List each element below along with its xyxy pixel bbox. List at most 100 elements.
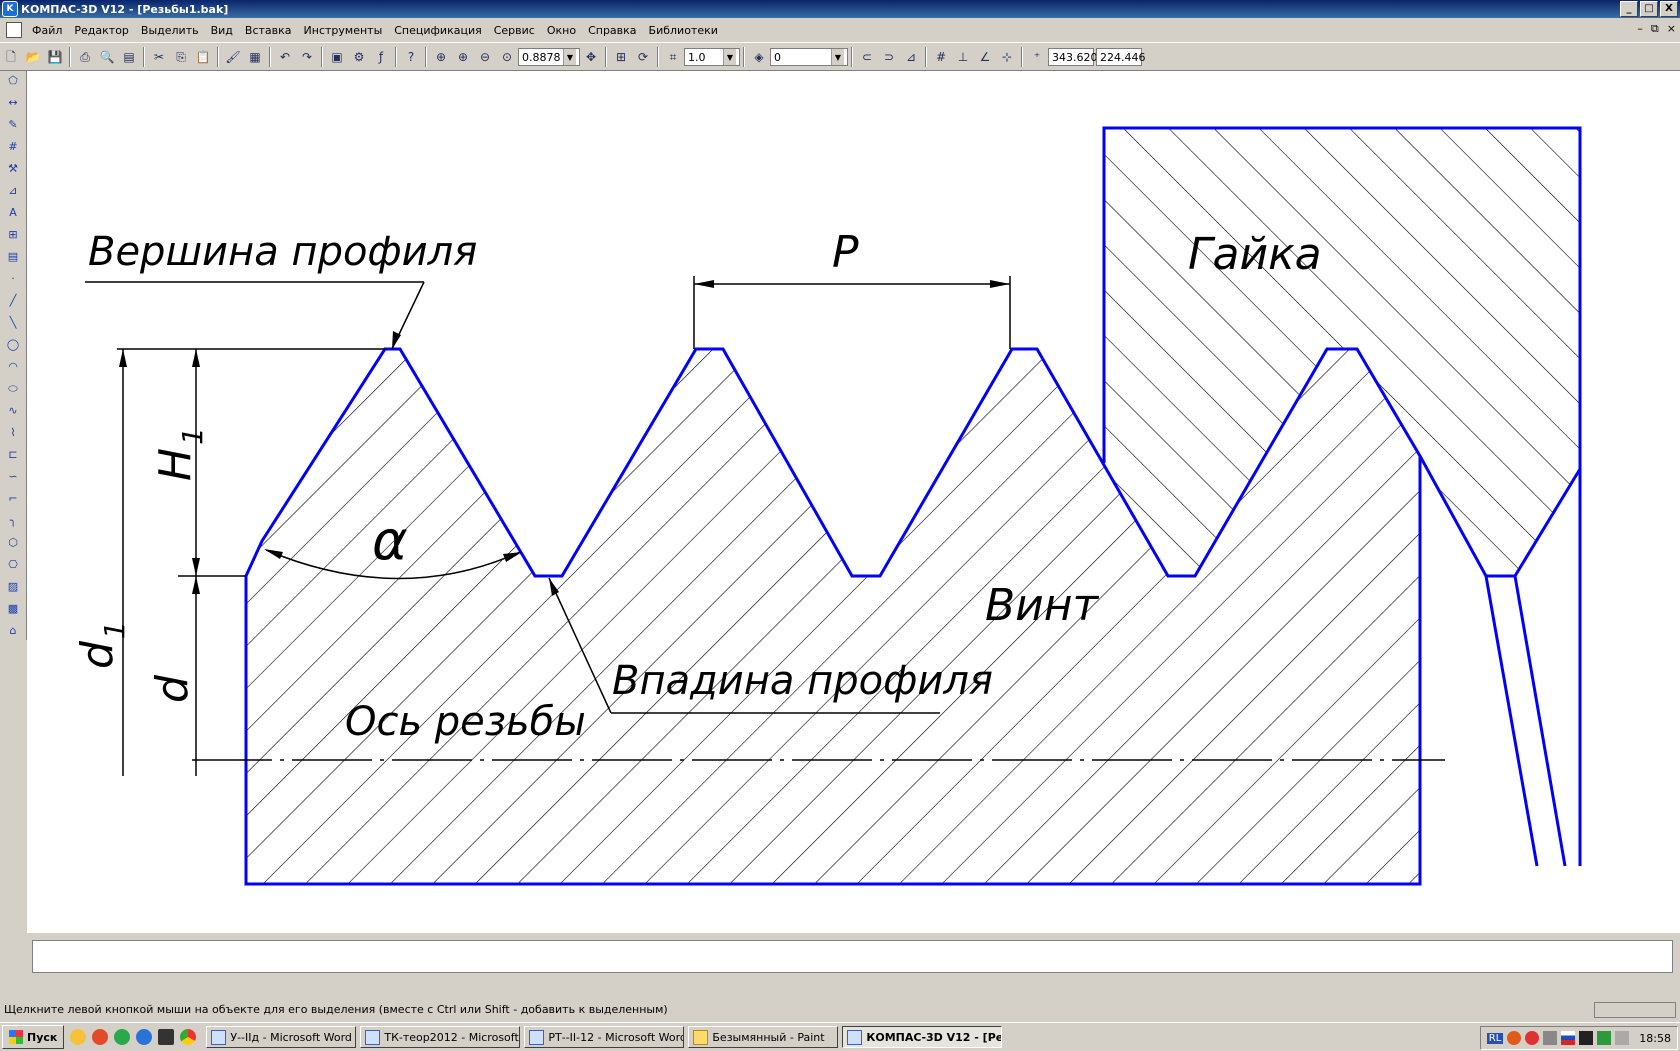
tray-nvidia-icon[interactable] bbox=[1597, 1031, 1612, 1045]
polyline-icon[interactable]: ⌇ bbox=[4, 425, 22, 441]
task-paint[interactable]: Безымянный - Paint bbox=[688, 1026, 839, 1048]
refresh-icon[interactable]: ⟳ bbox=[634, 48, 652, 66]
task-word-3[interactable]: РТ--II-12 - Microsoft Word bbox=[524, 1026, 685, 1048]
properties-brush-icon[interactable]: 🖌 bbox=[224, 48, 242, 66]
drawing-canvas[interactable]: Вершина профиля P Гайка Винт α Впадина п… bbox=[27, 70, 1680, 933]
chevron-down-icon[interactable]: ▼ bbox=[723, 48, 736, 65]
spline-icon[interactable]: ∿ bbox=[4, 403, 22, 419]
function-icon[interactable]: ƒ bbox=[372, 48, 390, 66]
copy-icon[interactable]: ⎘ bbox=[172, 48, 190, 66]
menu-insert[interactable]: Вставка bbox=[239, 24, 298, 37]
tray-monitor-icon[interactable] bbox=[1579, 1031, 1594, 1045]
circle-icon[interactable]: ◯ bbox=[4, 337, 22, 353]
print-preview-icon[interactable]: 🔍 bbox=[98, 48, 116, 66]
menu-view[interactable]: Вид bbox=[205, 24, 239, 37]
volume-icon[interactable] bbox=[1615, 1031, 1630, 1045]
quicklaunch-desktop-icon[interactable] bbox=[158, 1029, 175, 1045]
undo-icon[interactable]: ↶ bbox=[276, 48, 294, 66]
mdi-minimize-button[interactable]: – bbox=[1637, 22, 1643, 36]
help-pointer-icon[interactable]: ? bbox=[402, 48, 420, 66]
chevron-down-icon[interactable]: ▼ bbox=[563, 48, 576, 65]
symbols-icon[interactable]: ✎ bbox=[4, 117, 22, 133]
menu-specification[interactable]: Спецификация bbox=[388, 24, 487, 37]
quicklaunch-ie-icon[interactable] bbox=[136, 1029, 153, 1045]
mdi-close-button[interactable]: × bbox=[1667, 22, 1676, 36]
chevron-down-icon[interactable]: ▼ bbox=[831, 48, 844, 65]
round-icon[interactable]: ⊹ bbox=[998, 48, 1016, 66]
zoom-window-icon[interactable]: ⊕ bbox=[432, 48, 450, 66]
cut-icon[interactable]: ✂ bbox=[150, 48, 168, 66]
quicklaunch-app-icon[interactable] bbox=[70, 1029, 87, 1045]
bezier-icon[interactable]: ∽ bbox=[4, 469, 22, 485]
show-all-icon[interactable]: ⊞ bbox=[612, 48, 630, 66]
ellipse-icon[interactable]: ⬭ bbox=[4, 381, 22, 397]
point-icon[interactable]: · bbox=[4, 271, 22, 287]
fill-icon[interactable]: ▩ bbox=[4, 601, 22, 617]
measure-icon[interactable]: ⊿ bbox=[4, 183, 22, 199]
task-kompas[interactable]: КОМПАС-3D V12 - [Ре... bbox=[842, 1026, 1003, 1048]
edit-icon[interactable]: # bbox=[4, 139, 22, 155]
thread-drawing[interactable]: Вершина профиля P Гайка Винт α Впадина п… bbox=[27, 71, 1680, 933]
zoom-field[interactable]: 0.8878 ▼ bbox=[518, 47, 580, 66]
line-icon[interactable]: ╱ bbox=[4, 293, 22, 309]
menu-window[interactable]: Окно bbox=[541, 24, 582, 37]
hatch-icon[interactable]: ▨ bbox=[4, 579, 22, 595]
collect-icon[interactable]: ⌂ bbox=[4, 623, 22, 639]
equidistant-icon[interactable]: ⎔ bbox=[4, 557, 22, 573]
select-icon[interactable]: A bbox=[4, 205, 22, 221]
angle-icon[interactable]: ∠ bbox=[976, 48, 994, 66]
task-word-2[interactable]: ТК-теор2012 - Microsoft... bbox=[360, 1026, 521, 1048]
snap-magnet-icon[interactable]: ⊂ bbox=[858, 48, 876, 66]
layer-field[interactable]: 0 ▼ bbox=[770, 47, 848, 66]
tray-flag-icon[interactable] bbox=[1561, 1031, 1576, 1045]
quicklaunch-utorrent-icon[interactable] bbox=[114, 1029, 131, 1045]
menu-file[interactable]: Файл bbox=[26, 24, 68, 37]
properties-panel[interactable] bbox=[32, 940, 1673, 973]
layers-icon[interactable]: ▣ bbox=[328, 48, 346, 66]
coord-y-field[interactable]: 224.446 bbox=[1096, 47, 1146, 66]
start-button[interactable]: Пуск bbox=[2, 1025, 65, 1049]
parametrization-icon[interactable]: ⚒ bbox=[4, 161, 22, 177]
polygon-icon[interactable]: ⬡ bbox=[4, 535, 22, 551]
task-word-1[interactable]: У--IIд - Microsoft Word bbox=[206, 1026, 357, 1048]
pan-icon[interactable]: ✥ bbox=[582, 48, 600, 66]
document-icon[interactable] bbox=[6, 22, 22, 38]
minimize-button[interactable]: _ bbox=[1620, 1, 1638, 17]
tray-antivirus-icon[interactable] bbox=[1525, 1031, 1540, 1045]
zoom-in-icon[interactable]: ⊕ bbox=[454, 48, 472, 66]
chamfer-icon[interactable]: ⌐ bbox=[4, 491, 22, 507]
new-document-icon[interactable]: 🗋 bbox=[2, 48, 20, 66]
arc-icon[interactable]: ◠ bbox=[4, 359, 22, 375]
paste-icon[interactable]: 📋 bbox=[194, 48, 212, 66]
redo-icon[interactable]: ↷ bbox=[298, 48, 316, 66]
open-folder-icon[interactable]: 📂 bbox=[24, 48, 42, 66]
copy-properties-icon[interactable]: ▤ bbox=[120, 48, 138, 66]
manager-icon[interactable]: ▦ bbox=[246, 48, 264, 66]
tray-app-icon[interactable] bbox=[1507, 1031, 1522, 1045]
grid-step-icon[interactable]: ⌗ bbox=[664, 48, 682, 66]
variables-icon[interactable]: ⚙ bbox=[350, 48, 368, 66]
menu-libraries[interactable]: Библиотеки bbox=[643, 24, 724, 37]
spec-icon[interactable]: ⊞ bbox=[4, 227, 22, 243]
close-button[interactable]: X bbox=[1660, 1, 1678, 17]
fillet-icon[interactable]: ╮ bbox=[4, 513, 22, 529]
contour-icon[interactable]: ⊏ bbox=[4, 447, 22, 463]
geometry-icon[interactable]: ⬠ bbox=[4, 73, 22, 89]
menu-select[interactable]: Выделить bbox=[135, 24, 205, 37]
maximize-button[interactable]: □ bbox=[1640, 1, 1658, 17]
grid-icon[interactable]: # bbox=[932, 48, 950, 66]
coord-x-field[interactable]: 343.620 bbox=[1048, 47, 1098, 66]
mdi-restore-button[interactable]: ⧉ bbox=[1651, 22, 1659, 36]
coordinate-system-icon[interactable]: ⊥ bbox=[954, 48, 972, 66]
language-indicator[interactable]: RL bbox=[1486, 1032, 1504, 1044]
menu-tools[interactable]: Инструменты bbox=[298, 24, 389, 37]
segment-icon[interactable]: ╲ bbox=[4, 315, 22, 331]
snap-local-icon[interactable]: ⊃ bbox=[880, 48, 898, 66]
tray-network-icon[interactable] bbox=[1543, 1031, 1558, 1045]
zoom-scale-icon[interactable]: ⊙ bbox=[498, 48, 516, 66]
quicklaunch-opera-icon[interactable] bbox=[92, 1029, 109, 1045]
reports-icon[interactable]: ▤ bbox=[4, 249, 22, 265]
step-field[interactable]: 1.0 ▼ bbox=[684, 47, 740, 66]
menu-editor[interactable]: Редактор bbox=[68, 24, 135, 37]
quicklaunch-chrome-icon[interactable] bbox=[180, 1029, 197, 1045]
